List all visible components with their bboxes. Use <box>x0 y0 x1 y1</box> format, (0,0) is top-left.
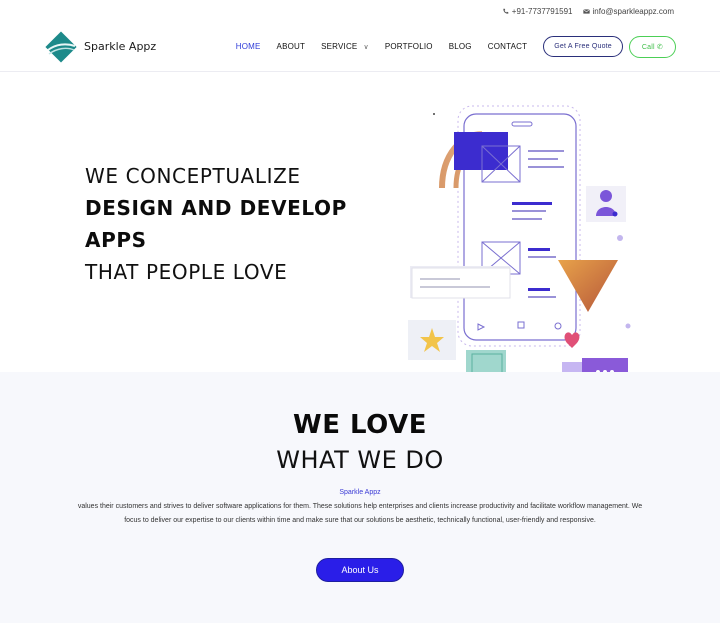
brand-logo[interactable]: Sparkle Appz <box>44 30 156 64</box>
hero-headline: WE CONCEPTUALIZE DESIGN AND DEVELOP APPS… <box>85 160 347 288</box>
call-button[interactable]: Call ✆ <box>628 35 676 58</box>
main-navigation: Sparkle Appz HOME ABOUT SERVICE ∨ PORTFOL… <box>0 22 720 72</box>
hero-line-1: WE CONCEPTUALIZE <box>85 164 301 188</box>
nav-menu: HOME ABOUT SERVICE ∨ PORTFOLIO BLOG CONTA… <box>236 35 676 58</box>
nav-contact[interactable]: CONTACT <box>488 42 527 51</box>
about-summary-section: WE LOVE WHAT WE DO Sparkle Appz values t… <box>0 372 720 623</box>
free-quote-button[interactable]: Get A Free Quote <box>543 36 623 57</box>
phone-icon <box>503 8 509 14</box>
email-contact[interactable]: info@sparkleappz.com <box>582 6 675 16</box>
about-us-button[interactable]: About Us <box>316 558 404 582</box>
nav-blog[interactable]: BLOG <box>449 42 472 51</box>
brand-mention: Sparkle Appz <box>339 489 381 496</box>
nav-service[interactable]: SERVICE ∨ <box>321 42 369 51</box>
hero-illustration <box>408 105 631 372</box>
nav-portfolio[interactable]: PORTFOLIO <box>385 42 433 51</box>
call-button-label: Call <box>641 43 655 51</box>
email-address: info@sparkleappz.com <box>592 6 675 16</box>
hero-line-3: APPS <box>85 228 147 252</box>
company-description: values their customers and strives to de… <box>77 503 643 524</box>
hero-line-4: THAT PEOPLE LOVE <box>85 260 288 284</box>
hero-line-2: DESIGN AND DEVELOP <box>85 196 347 220</box>
phone-icon: ✆ <box>656 43 663 51</box>
mail-icon <box>582 8 590 14</box>
brand-name: Sparkle Appz <box>84 40 157 53</box>
nav-home[interactable]: HOME <box>236 42 261 51</box>
nav-service-label: SERVICE <box>321 42 358 51</box>
hero-section: WE CONCEPTUALIZE DESIGN AND DEVELOP APPS… <box>0 72 720 372</box>
section-title-bold: WE LOVE <box>293 410 427 440</box>
section-title-light: WHAT WE DO <box>276 446 444 474</box>
logo-icon <box>45 30 77 63</box>
nav-about[interactable]: ABOUT <box>277 42 306 51</box>
phone-number: +91-7737791591 <box>511 6 573 16</box>
chevron-down-icon: ∨ <box>363 43 369 51</box>
phone-contact[interactable]: +91-7737791591 <box>502 7 573 16</box>
top-contact-bar: +91-7737791591 info@sparkleappz.com <box>0 0 720 22</box>
